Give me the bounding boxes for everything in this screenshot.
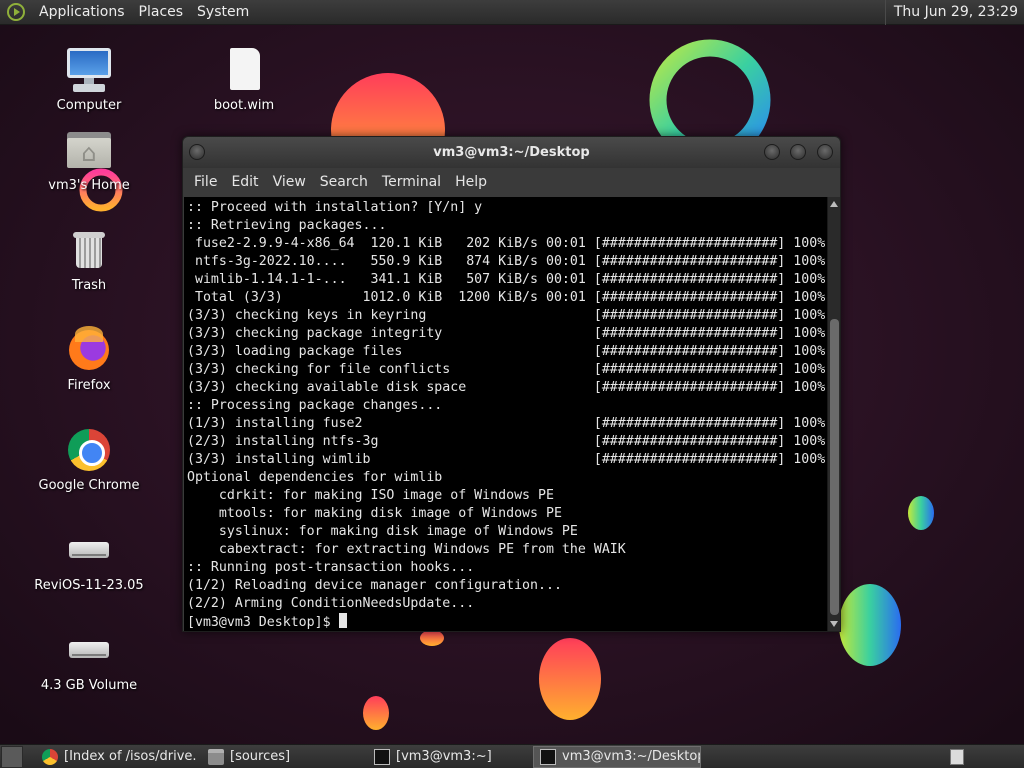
show-desktop-button[interactable]	[1, 745, 23, 768]
drive-icon	[65, 526, 113, 574]
system-menu[interactable]: System	[190, 0, 256, 25]
desktop-icon-boot-wim[interactable]: boot.wim	[189, 46, 299, 113]
menu-terminal[interactable]: Terminal	[375, 174, 448, 190]
terminal-window: vm3@vm3:~/Desktop File Edit View Search …	[182, 136, 841, 632]
terminal-line: (1/2) Reloading device manager configura…	[187, 578, 562, 593]
minimize-button[interactable]	[764, 144, 780, 160]
desktop-icon-label: 4.3 GB Volume	[40, 678, 138, 693]
terminal-icon	[374, 748, 390, 765]
terminal-line: cabextract: for extracting Windows PE fr…	[187, 542, 626, 557]
close-button[interactable]	[817, 144, 833, 160]
taskbar-item-chrome[interactable]: [Index of /isos/drive...	[35, 746, 197, 768]
terminal-line: (3/3) checking for file conflicts [#####…	[187, 362, 826, 377]
menu-help[interactable]: Help	[448, 174, 494, 190]
applications-menu[interactable]: Applications	[32, 0, 132, 25]
terminal-line: mtools: for making disk image of Windows…	[187, 506, 562, 521]
taskbar-item-label: vm3@vm3:~/Desktop	[562, 749, 701, 764]
terminal-menubar: File Edit View Search Terminal Help	[183, 168, 840, 195]
desktop-icon-computer[interactable]: Computer	[34, 46, 144, 113]
bottom-panel: [Index of /isos/drive... [sources] [vm3@…	[0, 744, 1024, 768]
terminal-line: :: Processing package changes...	[187, 398, 443, 413]
folder-icon	[208, 748, 224, 765]
scroll-down-icon[interactable]	[830, 621, 838, 627]
home-folder-icon	[65, 126, 113, 174]
clock[interactable]: Thu Jun 29, 23:29	[884, 0, 1024, 25]
desktop-icon-google-chrome[interactable]: Google Chrome	[34, 426, 144, 493]
places-menu[interactable]: Places	[132, 0, 191, 25]
trash-icon	[65, 226, 113, 274]
taskbar-item-label: [vm3@vm3:~]	[396, 749, 492, 764]
terminal-line: ntfs-3g-2022.10.... 550.9 KiB 874 KiB/s …	[187, 254, 826, 269]
drive-icon	[65, 626, 113, 674]
terminal-line: cdrkit: for making ISO image of Windows …	[187, 488, 554, 503]
terminal-cursor	[338, 613, 347, 628]
window-menu-icon[interactable]	[189, 144, 205, 160]
terminal-line: (2/2) Arming ConditionNeedsUpdate...	[187, 596, 475, 611]
prompt-text: [vm3@vm3 Desktop]$	[187, 615, 339, 630]
desktop-icon-volume[interactable]: 4.3 GB Volume	[34, 626, 144, 693]
terminal-line: (3/3) checking available disk space [###…	[187, 380, 826, 395]
menu-file[interactable]: File	[187, 174, 224, 190]
terminal-line: fuse2-2.9.9-4-x86_64 120.1 KiB 202 KiB/s…	[187, 236, 826, 251]
menu-edit[interactable]: Edit	[224, 174, 265, 190]
maximize-button[interactable]	[790, 144, 806, 160]
scroll-up-icon[interactable]	[830, 201, 838, 207]
desktop-icon-label: vm3's Home	[48, 178, 130, 193]
trash-applet-icon[interactable]	[950, 748, 964, 765]
terminal-line: (3/3) loading package files [###########…	[187, 344, 826, 359]
taskbar-item-label: [sources]	[230, 749, 291, 764]
desktop-icon-label: Firefox	[67, 378, 111, 393]
desktop-icon-firefox[interactable]: Firefox	[34, 326, 144, 393]
menu-view[interactable]: View	[266, 174, 313, 190]
desktop-icon-label: Computer	[56, 98, 122, 113]
distro-logo-icon[interactable]	[7, 3, 25, 21]
terminal-line: Optional dependencies for wimlib	[187, 470, 443, 485]
computer-icon	[65, 46, 113, 94]
terminal-text: :: Proceed with installation? [Y/n] y:: …	[184, 197, 827, 631]
terminal-line: syslinux: for making disk image of Windo…	[187, 524, 578, 539]
desktop-icon-label: Google Chrome	[38, 478, 140, 493]
desktop-icon-label: boot.wim	[213, 98, 275, 113]
terminal-line: (1/3) installing fuse2 [################…	[187, 416, 826, 431]
taskbar-item-label: [Index of /isos/drive...	[64, 749, 197, 764]
terminal-line: Total (3/3) 1012.0 KiB 1200 KiB/s 00:01 …	[187, 290, 826, 305]
taskbar-item-sources[interactable]: [sources]	[201, 746, 363, 768]
scrollbar-thumb[interactable]	[830, 319, 839, 615]
terminal-prompt: [vm3@vm3 Desktop]$	[187, 613, 827, 631]
chrome-icon	[42, 748, 58, 765]
terminal-icon	[540, 748, 556, 765]
desktop-icon-home[interactable]: vm3's Home	[34, 126, 144, 193]
terminal-line: (3/3) checking package integrity [######…	[187, 326, 826, 341]
terminal-line: :: Running post-transaction hooks...	[187, 560, 475, 575]
window-titlebar[interactable]: vm3@vm3:~/Desktop	[183, 137, 840, 168]
taskbar-item-terminal-home[interactable]: [vm3@vm3:~]	[367, 746, 529, 768]
menu-search[interactable]: Search	[313, 174, 375, 190]
desktop-icon-label: Trash	[71, 278, 107, 293]
terminal-line: wimlib-1.14.1-1-... 341.1 KiB 507 KiB/s …	[187, 272, 826, 287]
chrome-icon	[65, 426, 113, 474]
top-panel: Applications Places System Thu Jun 29, 2…	[0, 0, 1024, 25]
desktop-icon-revios-drive[interactable]: ReviOS-11-23.05	[34, 526, 144, 593]
window-title: vm3@vm3:~/Desktop	[433, 145, 590, 160]
terminal-output[interactable]: :: Proceed with installation? [Y/n] y:: …	[184, 197, 827, 631]
file-icon	[220, 46, 268, 94]
terminal-line: (2/3) installing ntfs-3g [##############…	[187, 434, 826, 449]
firefox-icon	[65, 326, 113, 374]
terminal-line: :: Proceed with installation? [Y/n] y	[187, 200, 483, 215]
terminal-scrollbar[interactable]	[827, 197, 840, 631]
terminal-line: (3/3) installing wimlib [###############…	[187, 452, 826, 467]
desktop-icon-label: ReviOS-11-23.05	[34, 578, 144, 593]
terminal-line: :: Retrieving packages...	[187, 218, 387, 233]
terminal-line: (3/3) checking keys in keyring [########…	[187, 308, 826, 323]
taskbar-item-terminal-desktop[interactable]: vm3@vm3:~/Desktop	[533, 745, 701, 768]
desktop-icon-trash[interactable]: Trash	[34, 226, 144, 293]
